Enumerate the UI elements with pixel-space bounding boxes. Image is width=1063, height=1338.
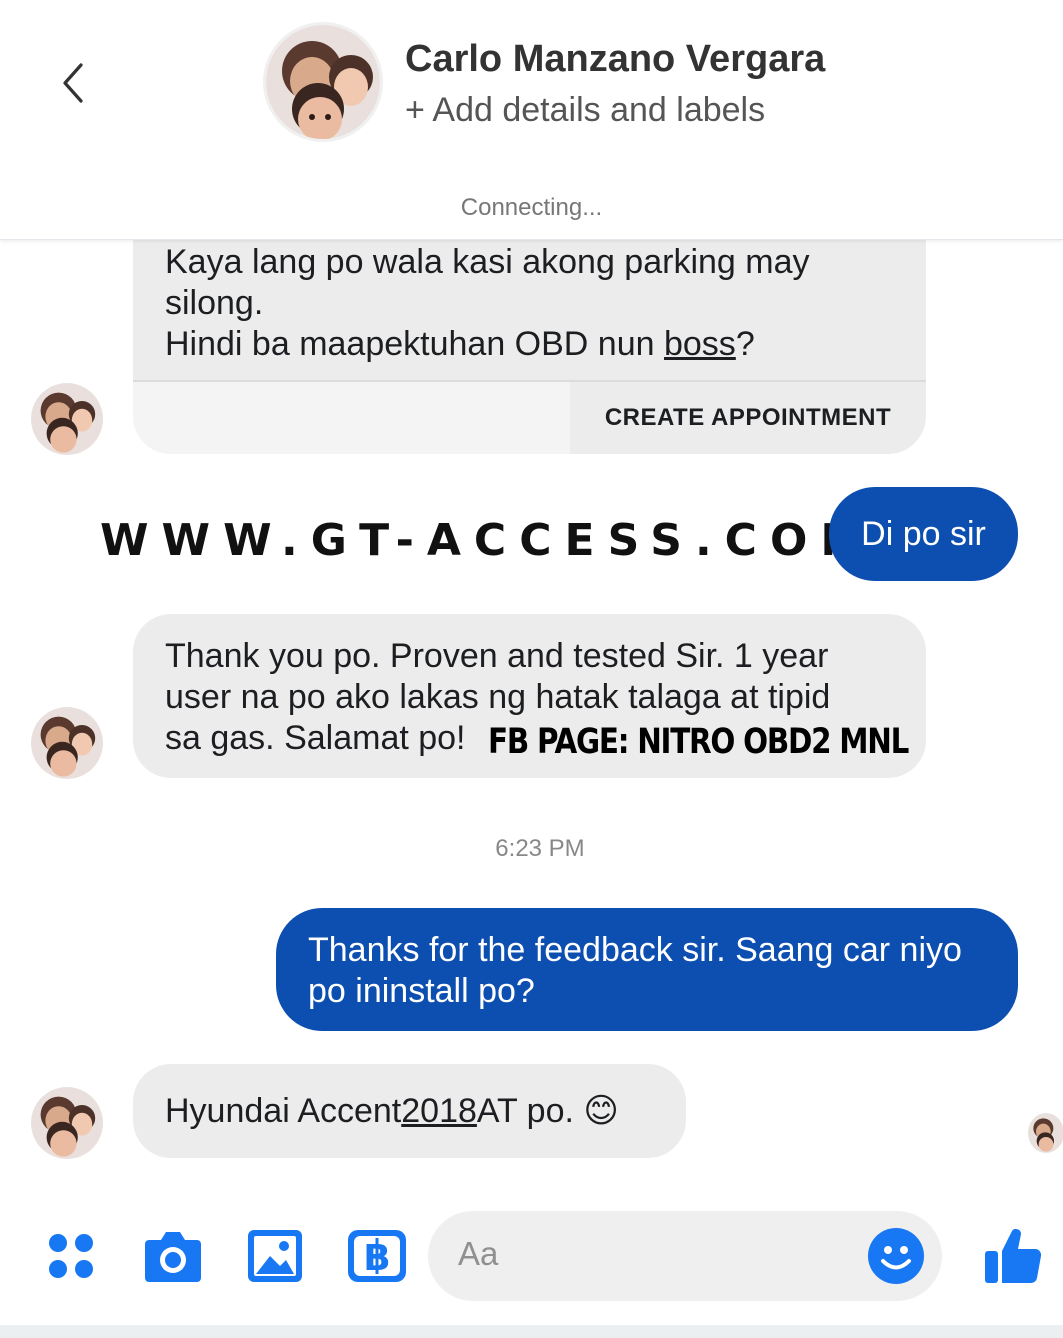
message-text-segment: Hyundai Accent [165,1091,402,1130]
message-line: Thanks for the feedback sir. Saang car n… [308,931,962,969]
b-sticker-icon: B [348,1230,406,1282]
thumbs-up-icon [985,1229,1042,1284]
message-line: Thank you po. Proven and tested Sir. 1 y… [165,637,829,675]
conversation-header: Carlo Manzano Vergara + Add details and … [0,0,1063,240]
camera-button[interactable] [143,1228,203,1284]
camera-icon [145,1232,201,1282]
connection-status: Connecting... [460,194,603,221]
message-timestamp: 6:23 PM [495,835,585,862]
smiley-icon [881,1246,911,1270]
message-input-placeholder: Aa [458,1235,499,1272]
contact-avatar[interactable] [263,22,383,142]
message-line: user na po ako lakas ng hatak talaga at … [165,678,831,716]
message-input[interactable]: Aa [428,1211,942,1301]
website-watermark: WWW.GT-ACCESS.COM [100,515,878,566]
more-actions-button[interactable] [46,1231,96,1281]
smiling-emoji: 😊 [583,1091,619,1130]
message-line: po ininstall po? [308,972,535,1010]
sender-avatar[interactable] [31,383,103,455]
message-line: Kaya lang po wala kasi akong parking may [165,243,810,281]
message-text-segment: ? [735,325,755,363]
fb-page-watermark: FB PAGE: NITRO OBD2 MNL [488,722,909,762]
four-dots-icon [49,1234,93,1278]
back-button[interactable] [50,55,96,111]
outgoing-message: Di po sir [829,487,1018,581]
message-text: Kaya lang po wala kasi akong parking may… [165,242,905,365]
emoji-button[interactable] [868,1228,924,1284]
message-line: Hindi ba maapektuhan OBD nun boss? [165,324,905,365]
message-text-segment: Hindi ba maapektuhan OBD nun [165,325,664,363]
sticker-button[interactable]: B [346,1228,408,1284]
sender-avatar[interactable] [31,707,103,779]
image-icon [248,1230,302,1282]
gallery-button[interactable] [246,1228,304,1284]
message-text-segment: AT po. [476,1091,574,1130]
message-link[interactable]: boss [664,325,736,363]
message-link[interactable]: 2018 [401,1091,477,1132]
create-appointment-button[interactable]: CREATE APPOINTMENT [570,382,926,454]
system-nav-bar [0,1325,1063,1338]
message-line: silong. [165,284,264,322]
outgoing-message: Thanks for the feedback sir. Saang car n… [276,908,1018,1031]
message-text: Di po sir [861,514,986,553]
incoming-message-card: Kaya lang po wala kasi akong parking may… [133,230,926,454]
contact-name[interactable]: Carlo Manzano Vergara [405,38,825,81]
back-chevron-icon [63,63,83,103]
read-receipt-avatar [1028,1113,1063,1153]
card-footer-blank [133,382,570,454]
incoming-message: Hyundai Accent 2018 AT po. 😊 [133,1064,686,1158]
like-button[interactable] [983,1225,1043,1285]
sender-avatar[interactable] [31,1087,103,1159]
add-details-link[interactable]: + Add details and labels [405,91,765,130]
